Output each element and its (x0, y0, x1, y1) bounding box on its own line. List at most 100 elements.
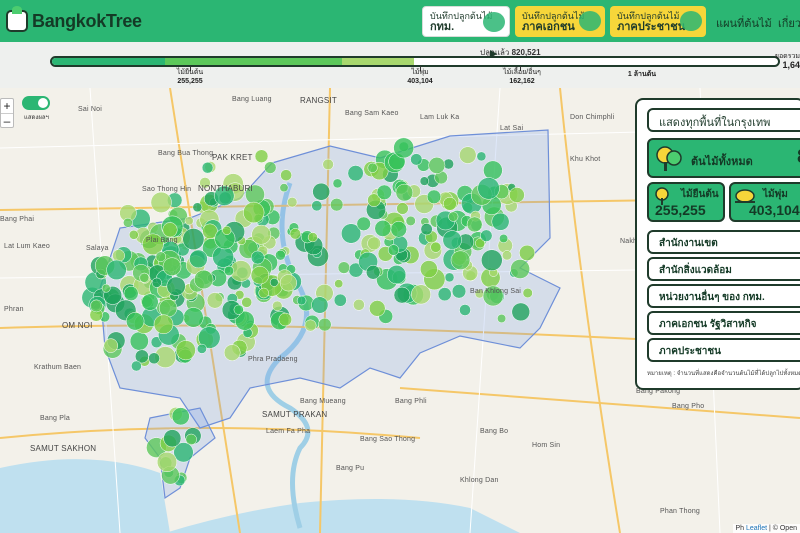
tree-point-marker[interactable] (150, 191, 172, 213)
tree-point-marker[interactable] (410, 153, 423, 166)
leaflet-link[interactable]: Leaflet (746, 525, 767, 532)
record-bma-button[interactable]: บันทึกปลูกต้นไม้ กทม. (422, 6, 510, 37)
tree-point-marker[interactable] (442, 230, 462, 250)
tree-point-marker[interactable] (307, 232, 318, 243)
tree-point-marker[interactable] (312, 182, 331, 201)
tree-point-marker[interactable] (162, 222, 178, 238)
tree-point-marker[interactable] (451, 284, 467, 299)
tree-point-marker[interactable] (387, 265, 407, 285)
category-district-office[interactable]: สำนักงานเขต (647, 230, 800, 254)
tree-point-marker[interactable] (405, 215, 416, 226)
tree-point-marker[interactable] (369, 300, 386, 317)
tree-point-marker[interactable] (481, 249, 503, 271)
tree-point-marker[interactable] (251, 224, 272, 245)
layer-toggle[interactable] (22, 96, 50, 110)
tree-point-marker[interactable] (128, 229, 139, 240)
tree-point-marker[interactable] (499, 233, 509, 244)
tree-point-marker[interactable] (437, 287, 452, 302)
tree-point-marker[interactable] (126, 312, 145, 331)
tree-point-marker[interactable] (184, 216, 194, 226)
tree-point-marker[interactable] (223, 344, 241, 361)
zoom-out-button[interactable]: – (1, 113, 13, 128)
tree-point-marker[interactable] (376, 184, 392, 200)
tree-point-marker[interactable] (279, 183, 289, 193)
tree-point-marker[interactable] (511, 302, 531, 322)
tree-point-marker[interactable] (356, 216, 371, 231)
tree-point-marker[interactable] (233, 304, 244, 315)
tree-point-marker[interactable] (483, 160, 503, 181)
tree-point-marker[interactable] (250, 266, 270, 285)
tree-point-marker[interactable] (466, 216, 483, 233)
tree-point-marker[interactable] (196, 343, 207, 354)
tree-point-marker[interactable] (393, 286, 411, 304)
tree-point-marker[interactable] (269, 278, 279, 287)
nav-about[interactable]: เกี่ยว (778, 14, 800, 32)
tree-point-marker[interactable] (347, 165, 364, 182)
tree-point-marker[interactable] (318, 317, 332, 332)
tree-point-marker[interactable] (254, 149, 269, 163)
tree-point-marker[interactable] (264, 161, 277, 174)
tree-point-marker[interactable] (296, 295, 307, 306)
tree-point-marker[interactable] (444, 272, 455, 283)
tree-point-marker[interactable] (509, 187, 525, 203)
tree-point-marker[interactable] (182, 228, 205, 251)
tree-point-marker[interactable] (334, 279, 344, 289)
tree-point-marker[interactable] (419, 176, 430, 186)
record-private-button[interactable]: บันทึกปลูกต้นไม้ ภาคเอกชน (515, 6, 605, 37)
tree-point-marker[interactable] (139, 272, 150, 283)
tree-point-marker[interactable] (223, 265, 235, 276)
tree-point-marker[interactable] (330, 198, 344, 212)
zoom-in-button[interactable]: + (1, 99, 13, 113)
tree-point-marker[interactable] (333, 293, 347, 307)
tree-point-marker[interactable] (112, 249, 125, 262)
tree-point-marker[interactable] (390, 221, 407, 238)
tree-point-marker[interactable] (166, 276, 186, 296)
tree-point-marker[interactable] (123, 217, 133, 228)
tree-point-marker[interactable] (123, 286, 139, 301)
tree-point-marker[interactable] (278, 312, 293, 327)
tree-point-marker[interactable] (367, 162, 378, 173)
tree-point-marker[interactable] (90, 299, 103, 313)
tree-point-marker[interactable] (280, 169, 292, 182)
tree-point-marker[interactable] (258, 287, 269, 299)
tree-point-marker[interactable] (151, 277, 162, 288)
tree-point-marker[interactable] (450, 250, 471, 270)
tree-point-marker[interactable] (387, 244, 400, 256)
tree-point-marker[interactable] (103, 338, 119, 353)
tree-point-marker[interactable] (106, 259, 127, 281)
tree-point-marker[interactable] (519, 244, 536, 261)
tree-point-marker[interactable] (522, 287, 533, 299)
tree-point-marker[interactable] (148, 352, 160, 365)
tree-point-marker[interactable] (287, 197, 298, 208)
tree-point-marker[interactable] (420, 223, 433, 236)
tree-point-marker[interactable] (304, 319, 317, 332)
tree-point-marker[interactable] (420, 260, 438, 278)
category-private-state[interactable]: ภาคเอกชน รัฐวิสาหกิจ (647, 311, 800, 335)
tree-point-marker[interactable] (275, 249, 286, 261)
tree-point-marker[interactable] (183, 307, 204, 328)
tree-point-marker[interactable] (155, 251, 167, 262)
tree-point-marker[interactable] (163, 429, 182, 448)
tree-point-marker[interactable] (171, 407, 190, 426)
category-environment-dept[interactable]: สำนักสิ่งแวดล้อม (647, 257, 800, 281)
tree-point-marker[interactable] (374, 219, 392, 237)
tree-point-marker[interactable] (459, 304, 471, 316)
tree-point-marker[interactable] (158, 298, 178, 318)
tree-point-marker[interactable] (250, 250, 265, 265)
tree-point-marker[interactable] (153, 314, 174, 335)
tree-point-marker[interactable] (175, 340, 196, 361)
tree-point-marker[interactable] (476, 151, 487, 162)
logo[interactable]: BangkokTree (6, 6, 142, 32)
tree-point-marker[interactable] (322, 158, 334, 171)
category-public[interactable]: ภาคประชาชน (647, 338, 800, 362)
area-select[interactable]: แสดงทุกพื้นที่ในกรุงเทพ (647, 108, 800, 132)
tree-point-marker[interactable] (311, 296, 329, 314)
tree-point-marker[interactable] (491, 212, 510, 231)
tree-point-marker[interactable] (212, 245, 234, 268)
tree-point-marker[interactable] (162, 257, 182, 276)
tree-point-marker[interactable] (365, 265, 381, 280)
tree-point-marker[interactable] (337, 261, 351, 274)
tree-point-marker[interactable] (510, 259, 530, 279)
tree-point-marker[interactable] (201, 161, 214, 174)
tree-point-marker[interactable] (131, 360, 142, 372)
